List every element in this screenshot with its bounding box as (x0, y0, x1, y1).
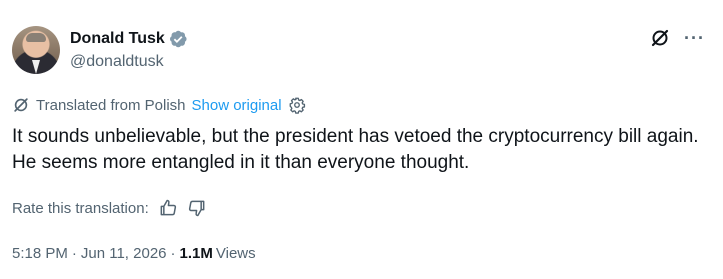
tweet-text: It sounds unbelievable, but the presiden… (12, 126, 699, 173)
show-original-link[interactable]: Show original (192, 97, 282, 114)
name-row: Donald Tusk (70, 28, 188, 50)
tweet-time[interactable]: 5:18 PM (12, 245, 68, 262)
verified-badge-icon[interactable] (168, 29, 188, 49)
translation-notice-text: Translated from Polish (36, 96, 186, 114)
thumbs-down-icon[interactable] (187, 198, 207, 218)
more-options-icon[interactable]: ··· (684, 29, 705, 47)
thumbs-up-icon[interactable] (158, 198, 178, 218)
meta-separator: · (71, 245, 77, 262)
gear-icon[interactable] (288, 96, 306, 114)
tweet-meta: 5:18 PM · Jun 11, 2026 · 1.1M Views (12, 245, 256, 262)
views-count[interactable]: 1.1M (180, 245, 213, 262)
avatar-shirt (32, 60, 40, 74)
translation-notice: Translated from Polish Show original (12, 96, 306, 114)
author-info: Donald Tusk @donaldtusk (70, 28, 188, 71)
handle[interactable]: @donaldtusk (70, 53, 188, 71)
avatar[interactable] (12, 26, 60, 74)
tweet-card: Donald Tusk @donaldtusk ··· Translated f… (0, 0, 723, 279)
grok-icon[interactable] (650, 28, 670, 48)
display-name[interactable]: Donald Tusk (70, 30, 165, 48)
tweet-date[interactable]: Jun 11, 2026 (81, 245, 167, 262)
meta-separator: · (170, 245, 176, 262)
views-label[interactable]: Views (216, 245, 256, 262)
avatar-hair (26, 33, 46, 42)
tweet-header: Donald Tusk @donaldtusk ··· (12, 26, 711, 76)
rate-translation: Rate this translation: (12, 198, 207, 218)
rate-label: Rate this translation: (12, 199, 149, 217)
top-actions: ··· (650, 28, 705, 48)
translate-icon (14, 98, 28, 112)
